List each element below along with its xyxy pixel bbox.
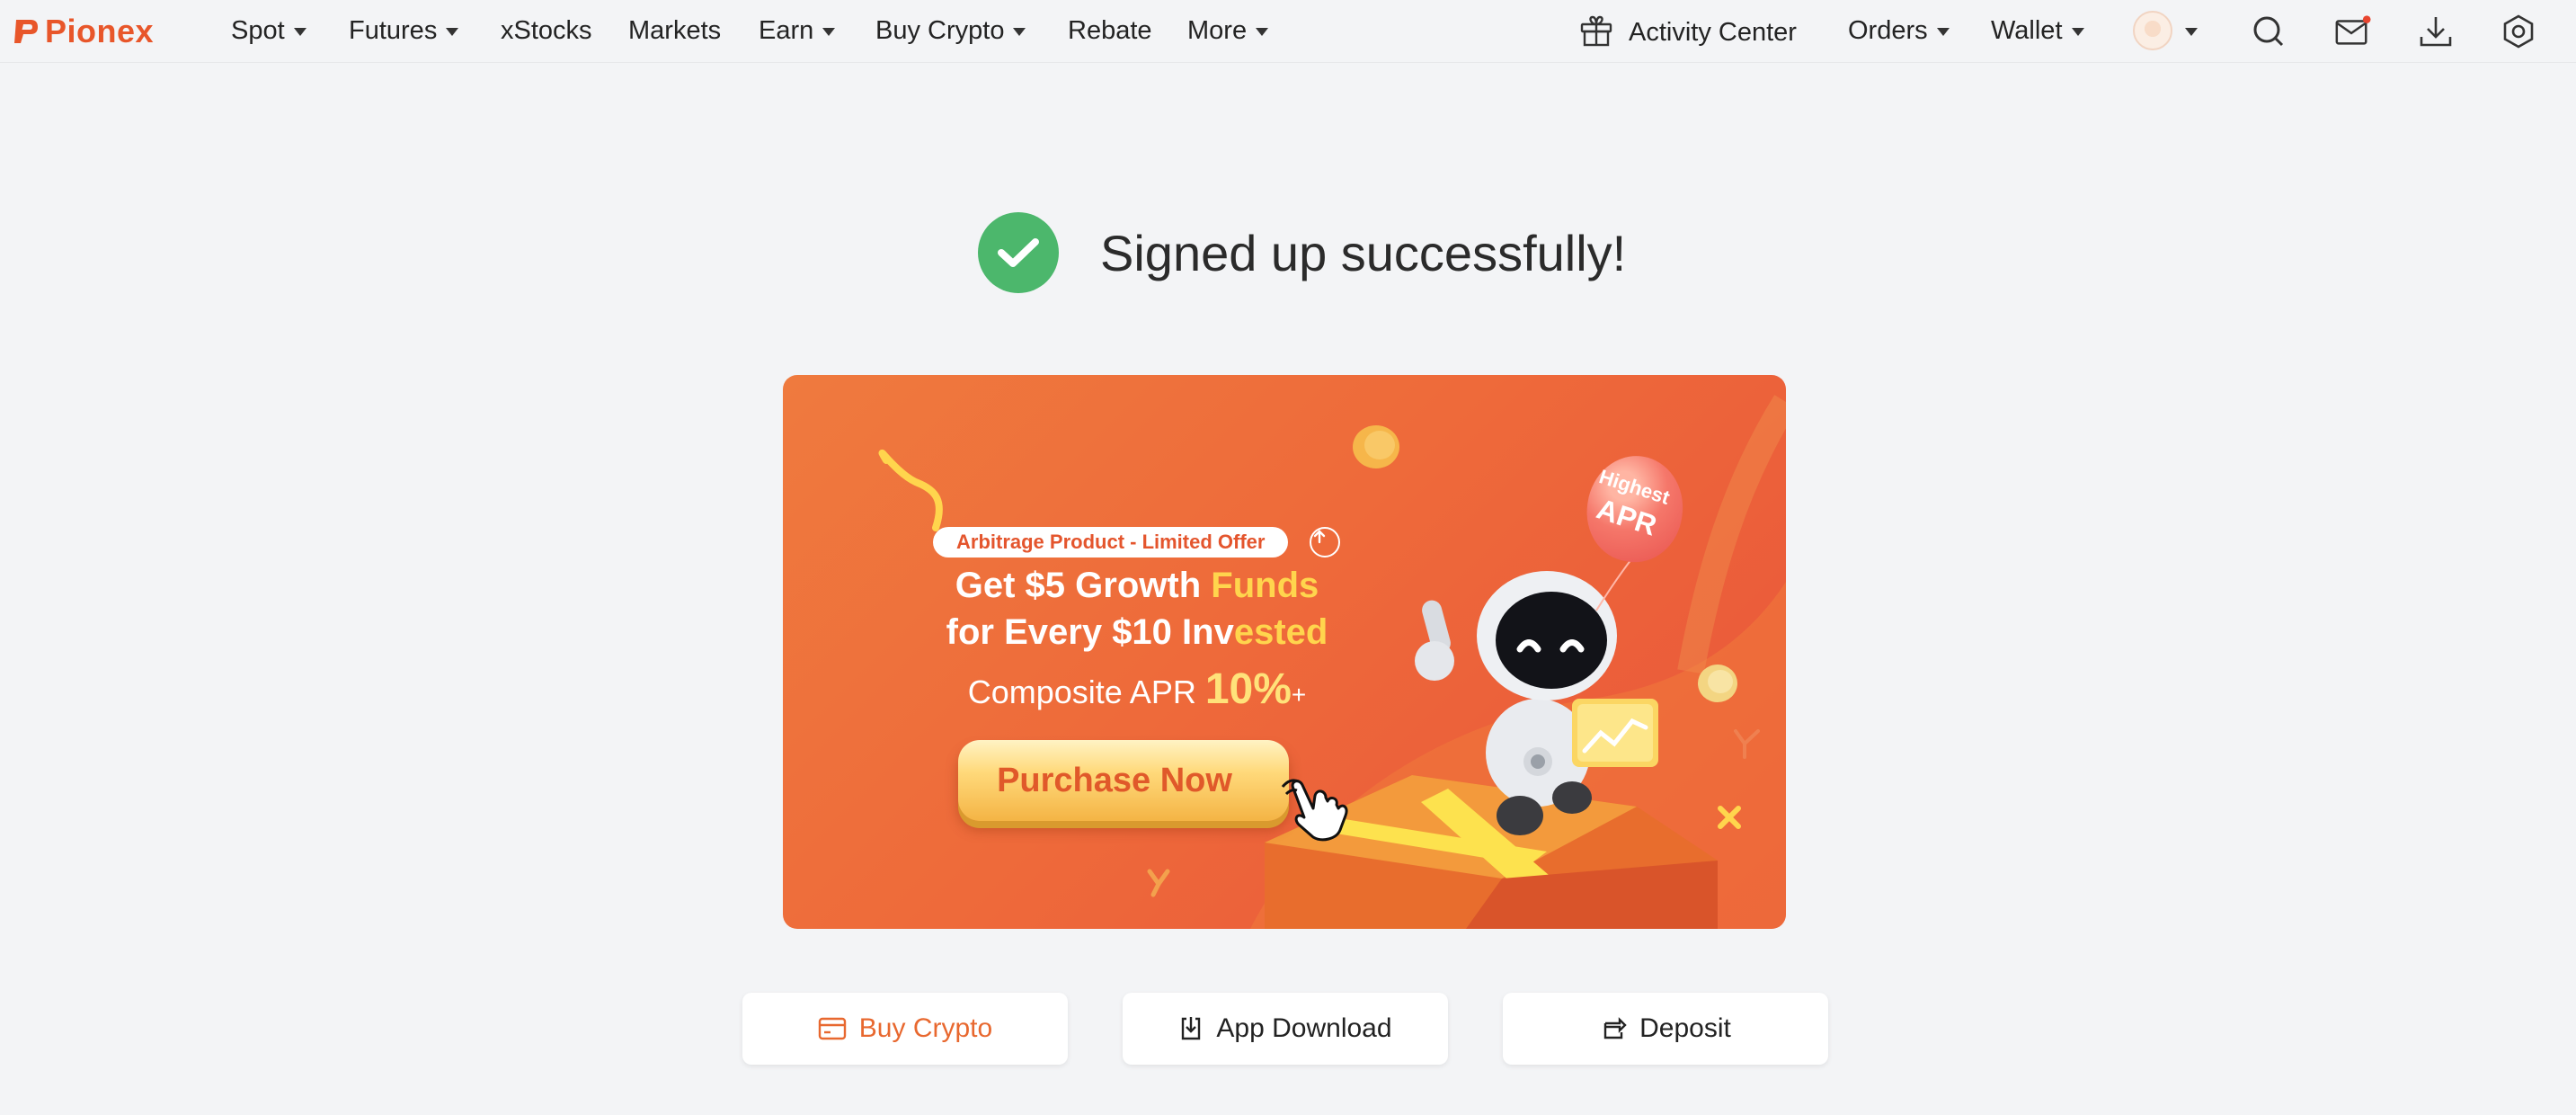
- card-icon: [818, 1017, 846, 1040]
- nav-item-label: xStocks: [501, 16, 592, 45]
- gift-icon: [1580, 15, 1612, 47]
- success-text: Signed up successfully!: [1100, 224, 1627, 281]
- caret-down-icon: [1013, 28, 1026, 36]
- caret-down-icon: [446, 28, 459, 36]
- nav-item-futures[interactable]: Futures: [349, 16, 459, 46]
- nav-item-label: Spot: [231, 16, 285, 45]
- activity-center-label: Activity Center: [1629, 17, 1797, 47]
- deposit-icon: [1603, 1017, 1627, 1039]
- caret-down-icon: [822, 28, 836, 36]
- caret-down-icon: [2071, 28, 2084, 36]
- deposit-button[interactable]: Deposit: [1503, 993, 1828, 1065]
- deposit-label: Deposit: [1639, 1013, 1731, 1043]
- promo-banner[interactable]: Highest APR Arbitrage Product - Limited …: [783, 375, 1786, 929]
- account-menu[interactable]: [2133, 11, 2198, 50]
- nav-item-xstocks[interactable]: xStocks: [501, 16, 592, 46]
- pionex-logo[interactable]: Pionex: [13, 13, 154, 50]
- download-icon: [2420, 17, 2452, 47]
- buy-crypto-button[interactable]: Buy Crypto: [742, 993, 1068, 1065]
- nav-item-label: Rebate: [1068, 16, 1152, 45]
- promo-headline-line2: for Every $10 Invested: [783, 609, 1491, 656]
- apr-suffix: +: [1291, 681, 1307, 709]
- app-download-action-button[interactable]: App Download: [1123, 993, 1448, 1065]
- nav-item-markets[interactable]: Markets: [628, 16, 721, 46]
- headline-text: for Every $10 Inv: [946, 612, 1234, 652]
- nav-item-buy-crypto[interactable]: Buy Crypto: [875, 16, 1026, 46]
- settings-button[interactable]: [2500, 13, 2537, 50]
- app-download-button[interactable]: [2417, 13, 2455, 50]
- nav-item-label: Orders: [1848, 16, 1928, 45]
- apr-prefix: Composite APR: [967, 673, 1196, 710]
- promo-apr: Composite APR 10%+: [783, 665, 1491, 714]
- settings-icon: [2503, 14, 2534, 49]
- purchase-now-label: Purchase Now: [997, 761, 1232, 799]
- headline-accent: ested: [1233, 612, 1328, 652]
- nav-item-label: Futures: [349, 16, 438, 45]
- signup-success-message: Signed up successfully!: [978, 212, 1626, 293]
- nav-item-label: Wallet: [1991, 16, 2063, 45]
- check-circle-icon: [978, 212, 1059, 293]
- nav-wallet[interactable]: Wallet: [1991, 16, 2084, 46]
- app-download-label: App Download: [1216, 1013, 1392, 1043]
- brand-name: Pionex: [45, 13, 155, 49]
- nav-item-rebate[interactable]: Rebate: [1068, 16, 1152, 46]
- headline-accent: Funds: [1211, 566, 1319, 605]
- nav-orders[interactable]: Orders: [1848, 16, 1950, 46]
- apr-value: 10%: [1204, 665, 1292, 713]
- caret-down-icon: [293, 28, 306, 36]
- activity-center-link[interactable]: Activity Center: [1578, 13, 1797, 49]
- nav-item-label: More: [1187, 16, 1248, 45]
- mail-icon: [2335, 15, 2371, 45]
- headline-text: Get $5 Growth: [955, 566, 1202, 605]
- app-download-icon: [1182, 1017, 1201, 1040]
- caret-down-icon: [1256, 28, 1269, 36]
- nav-item-label: Markets: [628, 16, 722, 45]
- arrow-up-icon: [1310, 527, 1340, 558]
- search-icon: [2253, 16, 2284, 47]
- nav-item-label: Earn: [759, 16, 814, 45]
- caret-down-icon: [2185, 27, 2198, 36]
- top-navigation: Pionex Spot Futures xStocks Markets Earn…: [0, 0, 2576, 63]
- caret-down-icon: [1936, 28, 1950, 36]
- nav-item-earn[interactable]: Earn: [759, 16, 836, 46]
- nav-item-more[interactable]: More: [1187, 16, 1269, 46]
- promo-headline-line1: Get $5 Growth Funds: [783, 562, 1491, 609]
- buy-crypto-label: Buy Crypto: [858, 1013, 993, 1043]
- avatar: [2133, 11, 2172, 50]
- pionex-logo-icon: [14, 20, 38, 43]
- messages-button[interactable]: [2333, 13, 2371, 50]
- promo-tag: Arbitrage Product - Limited Offer: [933, 527, 1289, 558]
- nav-item-label: Buy Crypto: [875, 16, 1005, 45]
- nav-item-spot[interactable]: Spot: [231, 16, 306, 46]
- purchase-now-button[interactable]: Purchase Now: [958, 740, 1289, 821]
- search-button[interactable]: [2250, 13, 2287, 50]
- pointing-hand-icon: [1281, 779, 1348, 842]
